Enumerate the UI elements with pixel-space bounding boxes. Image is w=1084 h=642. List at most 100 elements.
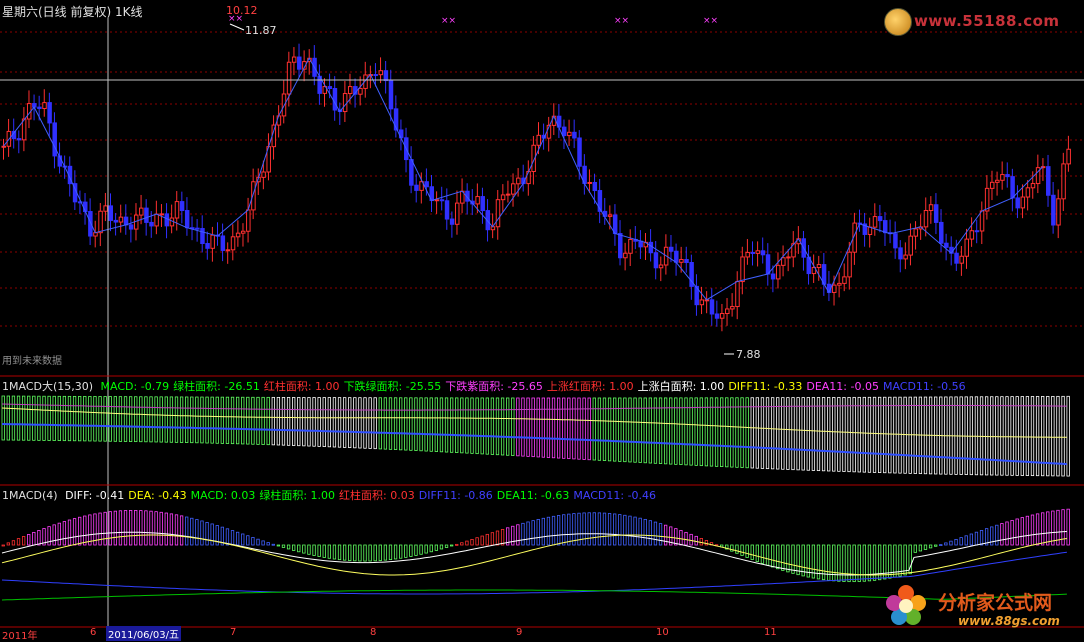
chart-title: 星期六(日线 前复权) 1K线: [2, 5, 143, 19]
macd-bar: [709, 397, 714, 467]
macd-bar: [266, 396, 270, 446]
macd-bar: [327, 397, 331, 448]
legend-item: DEA11: -0.05: [806, 380, 879, 393]
macd4-bar: [485, 533, 489, 546]
macd-bar: [770, 397, 775, 470]
macd-bar: [123, 396, 128, 442]
stock-chart[interactable]: [0, 0, 1084, 637]
macd-bar: [57, 395, 61, 441]
candle: [867, 226, 873, 235]
candle: [1010, 176, 1015, 199]
macd4-bar: [52, 524, 56, 546]
candle: [679, 259, 684, 263]
macd-bar: [495, 397, 500, 456]
macd4-bar: [602, 512, 607, 546]
macd-bar: [235, 396, 240, 445]
macd-bar: [1005, 396, 1009, 476]
macd4-bar: [37, 530, 41, 546]
macd-bar: [730, 397, 734, 468]
macd-bar: [755, 397, 759, 469]
macd-bar: [551, 397, 556, 459]
candle: [434, 199, 440, 202]
candle: [735, 281, 740, 308]
macd-bar: [485, 397, 489, 455]
macd4-bar: [490, 532, 495, 546]
macd-bar: [821, 397, 826, 472]
macd4-bar: [760, 544, 765, 564]
candle: [1025, 187, 1031, 198]
signal-marker: ××: [614, 16, 630, 26]
macd-bar: [623, 397, 627, 463]
macd-bar: [1030, 396, 1035, 477]
macd-bar: [500, 397, 505, 456]
macd-bar: [745, 397, 749, 469]
candle: [877, 216, 883, 222]
macd4-bar: [913, 544, 917, 553]
macd4-bar: [765, 544, 770, 566]
macd-bar: [740, 397, 744, 468]
macd4-bar: [842, 544, 846, 582]
candle: [964, 238, 969, 257]
candle: [37, 106, 42, 110]
candle: [745, 251, 750, 258]
candle: [903, 254, 908, 260]
macd-bar: [526, 397, 530, 457]
macd-bar: [230, 396, 235, 445]
macd4-bar: [312, 544, 316, 556]
macd4-bar: [699, 537, 703, 546]
macd4-bar: [735, 544, 739, 554]
macd-bar: [409, 397, 413, 451]
macd4-bar: [429, 544, 433, 553]
macd-bar: [1015, 396, 1019, 476]
macd4-bar: [837, 544, 841, 582]
macd4-bar: [1010, 520, 1014, 546]
candle: [893, 233, 898, 249]
legend-item: 绿柱面积: 1.00: [259, 489, 336, 502]
candle: [113, 219, 119, 223]
macd4-bar: [658, 523, 663, 546]
macd4-bar: [781, 544, 785, 571]
macd4-bar: [500, 528, 505, 546]
macd4-bar: [623, 514, 627, 546]
macd-bar: [337, 397, 342, 448]
macd-bar: [847, 396, 851, 473]
candle: [872, 216, 878, 228]
macd4-bar: [674, 528, 678, 546]
macd-bar: [215, 396, 219, 444]
macd4-bar: [643, 518, 647, 546]
candle: [1000, 174, 1005, 181]
candle: [786, 256, 791, 259]
macd-bar: [618, 397, 622, 462]
candle: [261, 171, 266, 178]
legend-item: MACD11: -0.56: [882, 380, 966, 393]
candle: [1051, 194, 1056, 226]
macd4-bar: [414, 544, 418, 556]
macd-bar: [786, 397, 790, 470]
macd4-bar: [592, 512, 596, 546]
macd4-bar: [78, 516, 82, 546]
macd-bar: [348, 397, 352, 449]
candle: [837, 282, 842, 286]
legend-item: DIFF11: -0.33: [728, 380, 803, 393]
candle: [648, 241, 654, 254]
macd-bar: [241, 396, 245, 445]
candle: [327, 86, 333, 89]
macd-bar: [511, 397, 515, 456]
candle: [969, 230, 975, 240]
candle: [592, 181, 598, 192]
prev-high-label: 11.87: [245, 24, 277, 37]
candle: [516, 177, 521, 185]
macd4-bar: [974, 531, 979, 546]
macd-bar: [811, 397, 816, 471]
macd-bar: [353, 397, 357, 449]
candle: [378, 70, 384, 76]
macd-bar: [781, 397, 785, 470]
macd-bar: [302, 397, 306, 447]
macd-bar: [27, 395, 31, 441]
candle: [567, 131, 572, 137]
candle: [959, 255, 964, 264]
macd-bar: [893, 396, 897, 474]
macd4-bar: [1066, 508, 1070, 546]
macd-bar: [908, 396, 912, 474]
legend-item: MACD: -0.79: [100, 380, 170, 393]
